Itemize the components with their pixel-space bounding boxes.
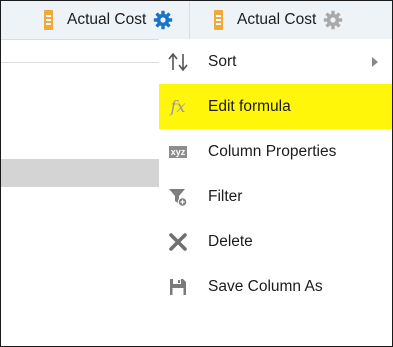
gear-icon[interactable] bbox=[153, 10, 173, 30]
gear-icon[interactable] bbox=[323, 10, 343, 30]
column-properties-icon: xyz bbox=[168, 145, 188, 158]
app-frame: Actual Cost Actual Cost Sort fx Edit for… bbox=[0, 0, 393, 347]
column-header-actual-cost-2[interactable]: Actual Cost bbox=[190, 1, 392, 39]
delete-icon bbox=[167, 231, 189, 253]
menu-item-label: Edit formula bbox=[208, 97, 291, 115]
grid-row-selected[interactable] bbox=[1, 159, 161, 187]
menu-item-label: Save Column As bbox=[208, 277, 323, 295]
formula-icon: fx bbox=[170, 97, 186, 116]
column-context-menu: Sort fx Edit formula xyz Column Properti… bbox=[159, 39, 392, 346]
chevron-right-icon bbox=[372, 56, 378, 67]
menu-item-column-properties[interactable]: xyz Column Properties bbox=[159, 129, 392, 174]
menu-item-label: Filter bbox=[208, 187, 243, 205]
measure-icon bbox=[44, 10, 53, 30]
menu-item-sort[interactable]: Sort bbox=[159, 39, 392, 84]
column-header-bar: Actual Cost Actual Cost bbox=[1, 1, 392, 40]
save-icon bbox=[167, 276, 189, 298]
menu-item-filter[interactable]: Filter bbox=[159, 174, 392, 219]
filter-icon bbox=[167, 186, 189, 208]
menu-item-delete[interactable]: Delete bbox=[159, 219, 392, 264]
menu-item-label: Sort bbox=[208, 52, 237, 70]
column-header-actual-cost-1[interactable]: Actual Cost bbox=[1, 1, 190, 39]
menu-item-save-column-as[interactable]: Save Column As bbox=[159, 264, 392, 309]
column-title: Actual Cost bbox=[237, 11, 317, 28]
menu-item-label: Column Properties bbox=[208, 142, 337, 160]
sort-icon bbox=[167, 51, 189, 73]
grid-row-divider bbox=[1, 62, 161, 63]
column-title: Actual Cost bbox=[67, 11, 147, 28]
menu-item-edit-formula[interactable]: fx Edit formula bbox=[159, 84, 392, 129]
menu-item-label: Delete bbox=[208, 232, 253, 250]
measure-icon bbox=[214, 10, 223, 30]
